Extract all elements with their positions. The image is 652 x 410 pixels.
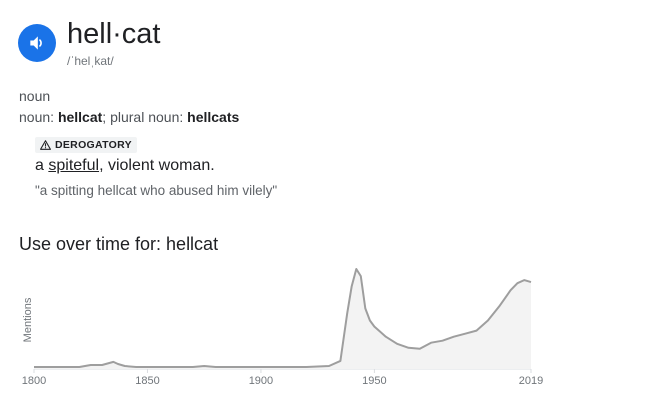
definition-prefix: a	[35, 157, 44, 174]
warning-icon	[40, 140, 51, 150]
usage-label-badge: DEROGATORY	[35, 137, 137, 153]
plural-form: hellcats	[187, 109, 240, 125]
x-tick-label: 1800	[22, 375, 46, 387]
noun-label: noun	[19, 109, 51, 125]
usage-area	[34, 269, 531, 369]
definition-suffix: , violent woman.	[99, 157, 215, 174]
chart-heading: Use over time for: hellcat	[19, 234, 219, 254]
definition: a spiteful, violent woman.	[35, 157, 215, 175]
definition-link-spiteful[interactable]: spiteful	[48, 157, 99, 174]
speaker-icon	[30, 36, 42, 50]
speaker-button[interactable]	[18, 24, 56, 62]
x-tick-label: 1900	[249, 375, 273, 387]
usage-label-text: DEROGATORY	[55, 139, 132, 151]
x-tick-label: 2019	[519, 375, 543, 387]
x-tick-label: 1850	[135, 375, 159, 387]
part-of-speech: noun	[19, 88, 51, 104]
example-sentence: "a spitting hellcat who abused him vilel…	[35, 183, 278, 198]
y-axis-label: Mentions	[22, 297, 34, 342]
x-tick-label: 1950	[362, 375, 386, 387]
headword: hell·cat	[67, 18, 161, 50]
plural-label: plural noun	[110, 109, 180, 125]
noun-form: hellcat	[57, 109, 103, 125]
x-axis-ticks: 1800 1850 1900 1950 2019	[22, 369, 543, 387]
phonetic-spelling: /ˈhelˌkat/	[67, 54, 114, 68]
usage-chart: Mentions 1800 1850 1900 1950 2019	[0, 262, 652, 405]
usage-chart-svg: Mentions 1800 1850 1900 1950 2019	[22, 268, 543, 387]
word-forms: noun: hellcat; plural noun: hellcats	[19, 109, 240, 125]
